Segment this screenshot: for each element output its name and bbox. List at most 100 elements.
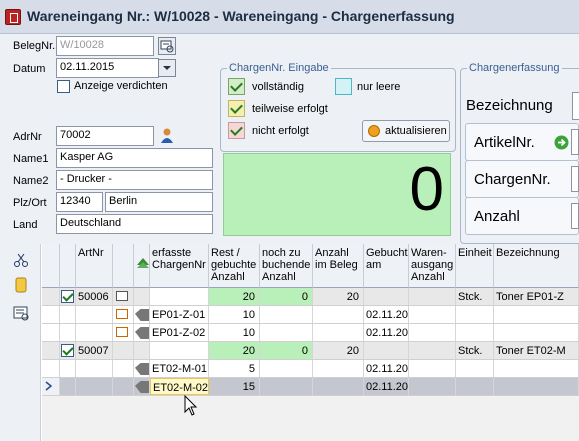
charge-cell[interactable] bbox=[150, 342, 209, 359]
noch-header[interactable]: noch zu buchende Anzahl bbox=[260, 244, 313, 288]
rest-cell: 10 bbox=[209, 306, 260, 323]
name2-label: Name2 bbox=[13, 175, 49, 187]
charge-grid: ArtNr erfasste ChargenNr Rest / gebuchte… bbox=[42, 244, 579, 441]
table-row-selected[interactable]: ET02-M-02 15 02.11.20 bbox=[42, 378, 579, 396]
row-checkbox[interactable] bbox=[61, 290, 74, 303]
stack-header-icon bbox=[134, 244, 150, 288]
rest-cell: 15 bbox=[209, 378, 260, 395]
anzahl-cell: 20 bbox=[313, 288, 364, 305]
row-checkbox[interactable] bbox=[61, 344, 74, 357]
tag-header bbox=[113, 244, 134, 288]
aktualisieren-label: aktualisieren bbox=[385, 125, 447, 137]
table-row[interactable]: EP01-Z-01 10 02.11.20 bbox=[42, 306, 579, 324]
bezeichnung-label: Bezeichnung bbox=[466, 97, 553, 114]
teilweise-checkbox[interactable] bbox=[228, 100, 245, 117]
erfasste-header[interactable]: erfasste ChargenNr bbox=[150, 244, 209, 288]
charge-cell[interactable] bbox=[150, 288, 209, 305]
aktualisieren-button[interactable]: aktualisieren bbox=[362, 120, 450, 142]
gebucht-cell: 02.11.20 bbox=[364, 378, 409, 395]
list-detail-icon[interactable] bbox=[13, 305, 29, 321]
gebucht-header[interactable]: Gebucht am bbox=[364, 244, 409, 288]
datum-field[interactable]: 02.11.2015 bbox=[56, 58, 159, 78]
charge-cell-focused[interactable]: ET02-M-02 bbox=[150, 378, 209, 395]
app-icon bbox=[5, 9, 21, 25]
go-arrow-icon[interactable] bbox=[554, 135, 569, 150]
artikelnr-input[interactable] bbox=[571, 129, 579, 155]
charge-cell[interactable]: ET02-M-01 bbox=[150, 360, 209, 377]
plzort-label: Plz/Ort bbox=[13, 197, 47, 209]
nicht-erfolgt-checkbox[interactable] bbox=[228, 122, 245, 139]
rest-cell: 10 bbox=[209, 324, 260, 341]
person-icon[interactable] bbox=[160, 128, 174, 144]
nur-leere-label: nur leere bbox=[357, 81, 401, 93]
table-row[interactable]: 50006 20 0 20 Stck. Toner EP01-Z bbox=[42, 288, 579, 306]
artikelnr-label: ArtikelNr. bbox=[474, 134, 535, 151]
anzahl-input[interactable] bbox=[571, 203, 579, 229]
mouse-cursor-icon bbox=[184, 395, 198, 416]
bezeichnung-field[interactable] bbox=[572, 92, 579, 120]
bezeichnung-header[interactable]: Bezeichnung bbox=[494, 244, 579, 288]
refresh-icon bbox=[368, 125, 380, 137]
name2-field[interactable]: - Drucker - bbox=[56, 170, 213, 190]
rest-cell: 5 bbox=[209, 360, 260, 377]
datum-label: Datum bbox=[13, 63, 46, 75]
chargennr-input[interactable] bbox=[571, 166, 579, 192]
einheit-header[interactable]: Einheit bbox=[456, 244, 494, 288]
label-tag-icon bbox=[135, 381, 149, 393]
rest-cell: 20 bbox=[209, 288, 260, 305]
charge-cell[interactable]: EP01-Z-01 bbox=[150, 306, 209, 323]
tag-icon bbox=[116, 291, 128, 301]
rest-header[interactable]: Rest / gebuchte Anzahl bbox=[209, 244, 260, 288]
paste-icon[interactable] bbox=[13, 277, 29, 293]
datum-dropdown[interactable] bbox=[158, 59, 176, 77]
chargennr-label: ChargenNr. bbox=[474, 171, 551, 188]
name1-field[interactable]: Kasper AG bbox=[56, 148, 213, 168]
label-tag-icon bbox=[135, 309, 149, 321]
beleg-lookup-button[interactable] bbox=[158, 37, 176, 55]
ort-field[interactable]: Berlin bbox=[105, 192, 213, 212]
adrnr-field[interactable]: 70002 bbox=[56, 126, 154, 146]
scissors-icon[interactable] bbox=[13, 252, 29, 268]
name1-label: Name1 bbox=[13, 153, 49, 165]
anzeige-verdichten-label: Anzeige verdichten bbox=[74, 80, 168, 92]
tag-icon bbox=[116, 309, 128, 319]
remaining-counter: 0 bbox=[223, 153, 451, 236]
window-title: Wareneingang Nr.: W/10028 - Wareneingang… bbox=[27, 8, 455, 24]
land-label: Land bbox=[13, 219, 38, 231]
noch-cell: 0 bbox=[260, 342, 313, 359]
anzahl-field-group: Anzahl bbox=[465, 197, 579, 235]
einheit-cell: Stck. bbox=[456, 342, 494, 359]
anzeige-verdichten-checkbox[interactable] bbox=[57, 80, 70, 93]
vollstaendig-checkbox[interactable] bbox=[228, 78, 245, 95]
anzahl-cell: 20 bbox=[313, 342, 364, 359]
lookup-icon bbox=[160, 40, 174, 53]
nicht-erfolgt-label: nicht erfolgt bbox=[252, 125, 309, 137]
table-row[interactable]: 50007 20 0 20 Stck. Toner ET02-M bbox=[42, 342, 579, 360]
noch-cell: 0 bbox=[260, 288, 313, 305]
gebucht-cell: 02.11.20 bbox=[364, 306, 409, 323]
charge-cell[interactable]: EP01-Z-02 bbox=[150, 324, 209, 341]
table-row[interactable]: ET02-M-01 5 02.11.20 bbox=[42, 360, 579, 378]
rest-cell: 20 bbox=[209, 342, 260, 359]
plz-field[interactable]: 12340 bbox=[56, 192, 103, 212]
row-indicator-header bbox=[42, 244, 60, 288]
anzahl-header[interactable]: Anzahl im Beleg bbox=[313, 244, 364, 288]
side-toolbar bbox=[0, 244, 41, 441]
gebucht-cell bbox=[364, 288, 409, 305]
nur-leere-checkbox[interactable] bbox=[335, 78, 352, 95]
tag-icon bbox=[116, 327, 128, 337]
chargen-eingabe-title: ChargenNr. Eingabe bbox=[227, 62, 331, 74]
artnr-header[interactable]: ArtNr bbox=[76, 244, 113, 288]
teilweise-label: teilweise erfolgt bbox=[252, 103, 328, 115]
warenausgang-header[interactable]: Waren- ausgang Anzahl bbox=[409, 244, 456, 288]
bezeichnung-cell: Toner EP01-Z bbox=[494, 288, 579, 305]
belegnr-field[interactable]: W/10028 bbox=[56, 36, 154, 56]
counter-value: 0 bbox=[409, 155, 444, 224]
table-row[interactable]: EP01-Z-02 10 02.11.20 bbox=[42, 324, 579, 342]
land-field[interactable]: Deutschland bbox=[56, 214, 213, 234]
row-pointer-icon bbox=[45, 381, 53, 391]
belegnr-label: BelegNr. bbox=[13, 40, 56, 52]
title-bar: Wareneingang Nr.: W/10028 - Wareneingang… bbox=[0, 0, 579, 34]
gebucht-cell: 02.11.20 bbox=[364, 324, 409, 341]
label-tag-icon bbox=[135, 363, 149, 375]
